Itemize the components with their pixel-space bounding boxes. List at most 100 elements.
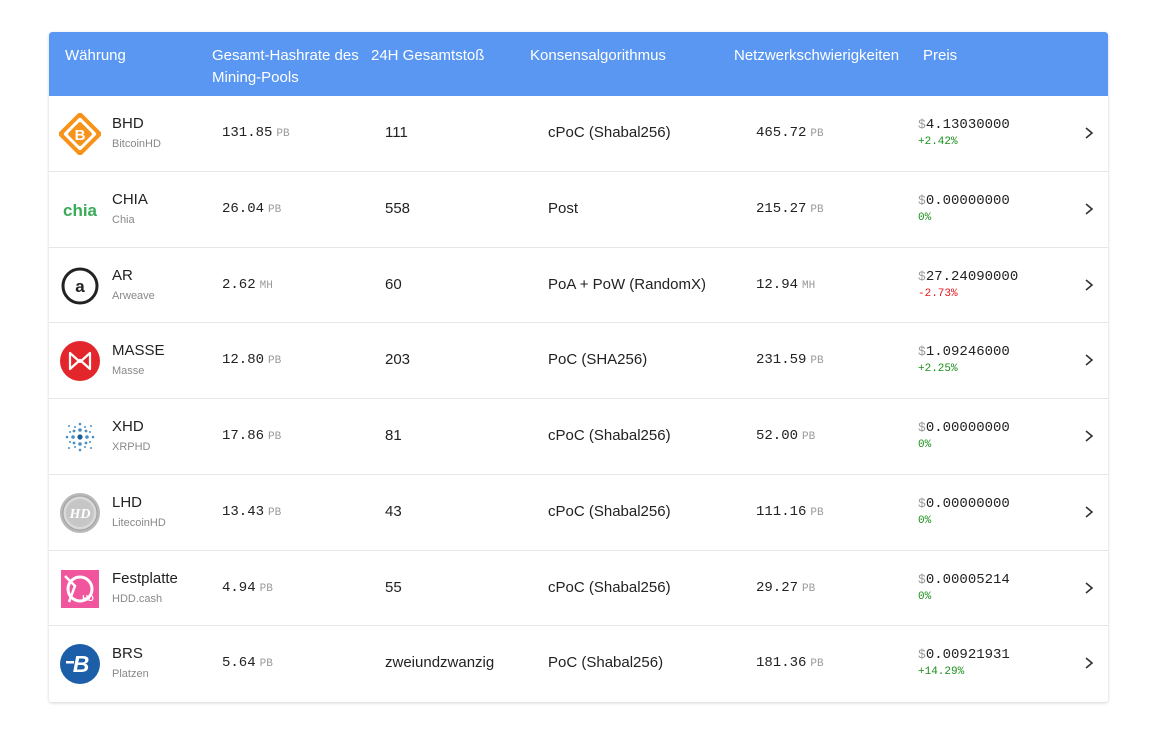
table-row[interactable]: HD Festplatte HDD.cash 4.94 PB 55 cPoC (S… [49, 550, 1108, 627]
mining-pool-table: Währung Gesamt-Hashrate des Mining-Pools… [49, 32, 1108, 702]
table-row[interactable]: MASSE Masse 12.80 PB 203 PoC (SHA256) 231… [49, 323, 1108, 399]
currency-sign: $ [918, 571, 926, 587]
impact-value: 111 [385, 124, 408, 141]
consensus-algorithm: cPoC (Shabal256) [548, 124, 671, 141]
currency-sign: $ [918, 344, 926, 360]
burst-icon: B [59, 643, 101, 685]
price-change: +14.29% [918, 666, 965, 679]
currency-name: BitcoinHD [112, 138, 161, 150]
currency-name: Chia [112, 213, 135, 226]
bitcoinhd-icon: B [59, 113, 101, 155]
difficulty-unit: PB [810, 506, 824, 519]
currency-sign: $ [918, 495, 926, 511]
price-value: $0.00005214 [918, 571, 1010, 588]
currency-name: LitecoinHD [112, 516, 166, 529]
hashrate-unit: PB [268, 355, 282, 368]
chevron-right-icon[interactable] [1082, 578, 1096, 598]
currency-sign: $ [918, 268, 926, 284]
svg-text:chia: chia [63, 201, 98, 220]
hashrate-unit: MH [259, 279, 273, 292]
difficulty-unit: PB [810, 128, 824, 140]
hashrate-value: 17.86 PB [222, 428, 282, 444]
currency-name: Platzen [112, 668, 149, 681]
hashrate-unit: PB [259, 658, 273, 671]
currency-name: Masse [112, 365, 145, 378]
currency-symbol: XHD [112, 418, 144, 435]
difficulty-unit: PB [810, 355, 824, 368]
table-row[interactable]: B BRS Platzen 5.64 PB zweiundzwanzig PoC … [49, 626, 1108, 702]
chevron-right-icon[interactable] [1082, 426, 1096, 446]
difficulty-value: 52.00 PB [756, 428, 816, 444]
header-consensus: Konsensalgorithmus [530, 47, 666, 64]
price-change: 0% [918, 211, 932, 224]
currency-symbol: MASSE [112, 342, 165, 360]
price-value: $0.00921931 [918, 647, 1010, 664]
impact-value: 558 [385, 199, 411, 217]
chevron-right-icon[interactable] [1082, 123, 1096, 143]
price-value: $0.00000000 [918, 420, 1010, 436]
hashrate-unit: PB [268, 506, 282, 519]
table-row[interactable]: B BHD BitcoinHD 131.85 PB 111 cPoC (Shaba… [49, 96, 1108, 172]
hashrate-unit: PB [276, 128, 290, 140]
currency-symbol: Festplatte [112, 569, 178, 587]
impact-value: 203 [385, 351, 411, 369]
arweave-icon: a [59, 265, 101, 307]
difficulty-unit: PB [810, 658, 824, 671]
svg-text:B: B [73, 651, 90, 677]
hashrate-unit: PB [268, 203, 282, 216]
currency-symbol: BRS [112, 645, 143, 663]
price-change: -2.73% [918, 287, 958, 300]
hashrate-value: 5.64 PB [222, 655, 273, 672]
svg-text:HD: HD [69, 507, 91, 522]
difficulty-value: 215.27 PB [756, 200, 824, 217]
hashrate-unit: PB [268, 431, 282, 443]
table-body: B B HD BitcoinHD 131.85 PB 111 cPoC (Shaba… [49, 96, 1108, 702]
price-value: $0.00000000 [918, 192, 1010, 209]
consensus-algorithm: cPoC (Shabal256) [548, 427, 671, 444]
table-row[interactable]: chia CHIA Chia 26.04 PB 558 Post 215.27 PB… [49, 171, 1108, 248]
price-value: $0.00000000 [918, 495, 1010, 512]
price-change: 0% [918, 439, 932, 451]
price-value: $4.13030000 [918, 117, 1010, 133]
price-value: $27.24090000 [918, 268, 1019, 285]
table-row[interactable]: XHD XRPHD 17.86 PB 81 cPoC (Shabal256) 52… [49, 399, 1108, 475]
currency-name: HDD.cash [112, 592, 163, 605]
price-change: 0% [918, 514, 932, 527]
chevron-right-icon[interactable] [1082, 199, 1096, 219]
svg-text:B: B [75, 127, 86, 144]
chevron-right-icon[interactable] [1082, 502, 1096, 522]
hddcash-icon: HD [59, 568, 101, 610]
header-price: Preis [923, 47, 958, 64]
hashrate-value: 12.80 PB [222, 352, 282, 369]
price-change: 0% [918, 590, 932, 603]
table-row[interactable]: a AR Arweave 2.62 MH 60 PoA + PoW (Random… [49, 247, 1108, 324]
difficulty-value: 12.94 MH [756, 276, 816, 293]
currency-symbol: CHIA [112, 190, 148, 208]
hashrate-unit: PB [259, 582, 273, 595]
hashrate-value: 131.85 PB [222, 125, 290, 141]
price-value: $1.09246000 [918, 344, 1010, 361]
price-change: +2.25% [918, 363, 958, 376]
currency-name: XRPHD [112, 441, 151, 453]
currency-sign: $ [918, 192, 926, 208]
consensus-algorithm: PoC (Shabal256) [548, 654, 664, 672]
table-row[interactable]: HD LHD LitecoinHD 13.43 PB 43 cPoC (Shaba… [49, 474, 1108, 551]
litecoinhd-icon: HD [59, 492, 101, 534]
consensus-algorithm: Post [548, 199, 579, 217]
chevron-right-icon[interactable] [1082, 653, 1096, 673]
difficulty-unit: PB [802, 431, 816, 443]
impact-value: zweiundzwanzig [385, 654, 495, 672]
difficulty-unit: PB [810, 203, 824, 216]
chevron-right-icon[interactable] [1082, 275, 1096, 295]
difficulty-value: 29.27 PB [756, 579, 816, 596]
consensus-algorithm: cPoC (Shabal256) [548, 578, 671, 596]
difficulty-unit: MH [802, 279, 816, 292]
difficulty-unit: PB [802, 582, 816, 595]
table-header: Währung Gesamt-Hashrate des Mining-Pools… [49, 32, 1108, 96]
impact-value: 81 [385, 427, 402, 444]
difficulty-value: 181.36 PB [756, 655, 824, 672]
chevron-right-icon[interactable] [1082, 350, 1096, 370]
massnet-icon [59, 340, 101, 382]
impact-value: 43 [385, 502, 402, 520]
consensus-algorithm: PoA + PoW (RandomX) [548, 275, 706, 293]
